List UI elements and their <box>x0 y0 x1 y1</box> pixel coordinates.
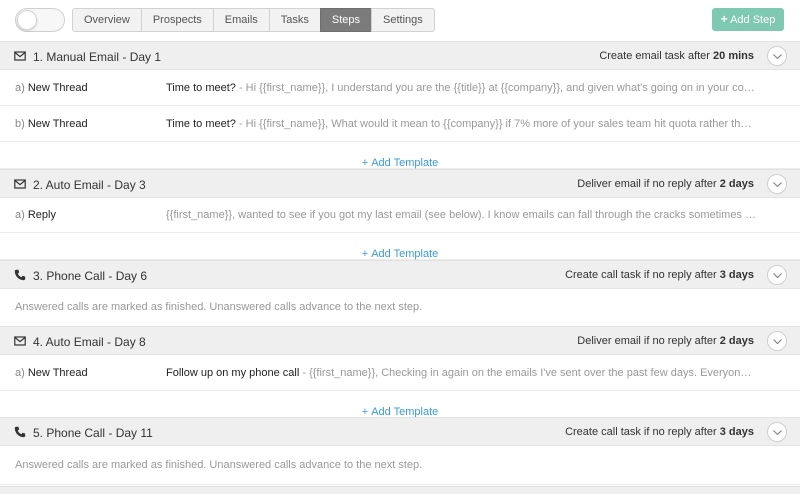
template-preview: Follow up on my phone call - {{first_nam… <box>166 367 756 379</box>
template-body: - {{first_name}}, Checking in again on t… <box>302 367 756 379</box>
phone-icon <box>14 426 26 438</box>
step-header[interactable]: 3. Phone Call - Day 6 Create call task i… <box>0 260 800 289</box>
tab-overview[interactable]: Overview <box>72 8 142 32</box>
add-template-row: + Add Template <box>0 143 800 169</box>
add-template-label: Add Template <box>371 157 439 169</box>
variant-letter: a) <box>15 209 25 221</box>
call-note: Answered calls are marked as finished. U… <box>15 301 423 313</box>
chevron-down-icon <box>773 430 782 435</box>
add-template-link[interactable]: + Add Template <box>362 150 439 169</box>
toggle-knob <box>17 10 37 30</box>
phone-icon <box>14 269 26 281</box>
tab-tasks[interactable]: Tasks <box>268 8 321 32</box>
template-variant: a) New Thread <box>15 367 88 379</box>
plus-icon: + <box>361 248 369 260</box>
chevron-down-icon <box>773 273 782 278</box>
step-menu-button[interactable] <box>767 422 787 442</box>
variant-type: New Thread <box>27 82 88 94</box>
step-menu-button[interactable] <box>767 46 787 66</box>
timing-text: Deliver email if no reply after <box>577 178 720 190</box>
timing-text: Create call task if no reply after <box>565 426 720 438</box>
step-timing: Create call task if no reply after 3 day… <box>565 269 754 281</box>
step-timing: Create call task if no reply after 3 day… <box>565 426 754 438</box>
add-template-link[interactable]: + Add Template <box>362 399 439 418</box>
timing-value: 3 days <box>719 269 754 281</box>
add-step-button[interactable]: + Add Step <box>712 8 784 31</box>
add-step-label: Add Step <box>730 14 776 26</box>
step-menu-button[interactable] <box>767 331 787 351</box>
template-body: - Hi {{first_name}}, I understand you ar… <box>235 82 756 94</box>
template-body: - Hi {{first_name}}, What would it mean … <box>235 118 756 130</box>
call-note: Answered calls are marked as finished. U… <box>15 459 423 471</box>
step-timing: Deliver email if no reply after 2 days <box>577 335 754 347</box>
plus-icon: + <box>361 157 369 169</box>
timing-value: 2 days <box>719 178 754 190</box>
template-variant: a) New Thread <box>15 82 88 94</box>
variant-letter: b) <box>15 118 25 130</box>
chevron-down-icon <box>773 54 782 59</box>
template-subject: Time to meet? <box>166 118 236 130</box>
step-title: 1. Manual Email - Day 1 <box>33 50 162 64</box>
step-timing: Create email task after 20 mins <box>599 50 754 62</box>
step-header[interactable]: 5. Phone Call - Day 11 Create call task … <box>0 417 800 446</box>
add-template-row: + Add Template <box>0 392 800 418</box>
tab-prospects[interactable]: Prospects <box>140 8 214 32</box>
step-title: 3. Phone Call - Day 6 <box>33 269 148 283</box>
template-preview: {{first_name}}, wanted to see if you got… <box>166 209 756 221</box>
next-step-header <box>0 486 800 494</box>
step-title: 4. Auto Email - Day 8 <box>33 335 146 349</box>
chevron-down-icon <box>773 339 782 344</box>
tab-settings[interactable]: Settings <box>371 8 435 32</box>
call-note-row: Answered calls are marked as finished. U… <box>0 447 800 485</box>
tab-bar: Overview Prospects Emails Tasks Steps Se… <box>72 8 435 32</box>
template-variant: a) Reply <box>15 209 56 221</box>
add-template-row: + Add Template <box>0 234 800 260</box>
variant-letter: a) <box>15 367 25 379</box>
timing-text: Create call task if no reply after <box>565 269 720 281</box>
chevron-down-icon <box>773 182 782 187</box>
variant-type: Reply <box>27 209 56 221</box>
envelope-icon <box>14 336 26 346</box>
top-bar: Overview Prospects Emails Tasks Steps Se… <box>0 0 800 41</box>
add-template-link[interactable]: + Add Template <box>362 241 439 260</box>
tab-emails[interactable]: Emails <box>212 8 270 32</box>
template-row[interactable]: a) New Thread Follow up on my phone call… <box>0 356 800 391</box>
timing-text: Create email task after <box>599 50 714 62</box>
step-timing: Deliver email if no reply after 2 days <box>577 178 754 190</box>
variant-type: New Thread <box>27 367 88 379</box>
call-note-row: Answered calls are marked as finished. U… <box>0 289 800 327</box>
timing-value: 2 days <box>719 335 754 347</box>
template-body: {{first_name}}, wanted to see if you got… <box>166 209 756 221</box>
campaign-toggle[interactable] <box>15 8 65 32</box>
step-title: 2. Auto Email - Day 3 <box>33 178 146 192</box>
variant-letter: a) <box>15 82 25 94</box>
variant-type: New Thread <box>27 118 88 130</box>
template-row[interactable]: b) New Thread Time to meet? - Hi {{first… <box>0 107 800 142</box>
template-row[interactable]: a) New Thread Time to meet? - Hi {{first… <box>0 71 800 106</box>
step-menu-button[interactable] <box>767 265 787 285</box>
timing-text: Deliver email if no reply after <box>577 335 720 347</box>
template-row[interactable]: a) Reply {{first_name}}, wanted to see i… <box>0 198 800 233</box>
template-preview: Time to meet? - Hi {{first_name}}, What … <box>166 118 756 130</box>
step-title: 5. Phone Call - Day 11 <box>33 426 153 440</box>
add-template-label: Add Template <box>371 248 439 260</box>
tab-steps[interactable]: Steps <box>319 8 373 32</box>
timing-value: 3 days <box>719 426 754 438</box>
step-menu-button[interactable] <box>767 174 787 194</box>
step-header[interactable]: 2. Auto Email - Day 3 Deliver email if n… <box>0 169 800 198</box>
plus-icon: + <box>720 12 728 26</box>
template-variant: b) New Thread <box>15 118 88 130</box>
template-subject: Follow up on my phone call <box>166 367 300 379</box>
step-header[interactable]: 4. Auto Email - Day 8 Deliver email if n… <box>0 326 800 355</box>
envelope-icon <box>14 51 26 61</box>
step-header[interactable]: 1. Manual Email - Day 1 Create email tas… <box>0 41 800 70</box>
envelope-icon <box>14 179 26 189</box>
timing-value: 20 mins <box>713 50 754 62</box>
template-preview: Time to meet? - Hi {{first_name}}, I und… <box>166 82 756 94</box>
template-subject: Time to meet? <box>166 82 236 94</box>
